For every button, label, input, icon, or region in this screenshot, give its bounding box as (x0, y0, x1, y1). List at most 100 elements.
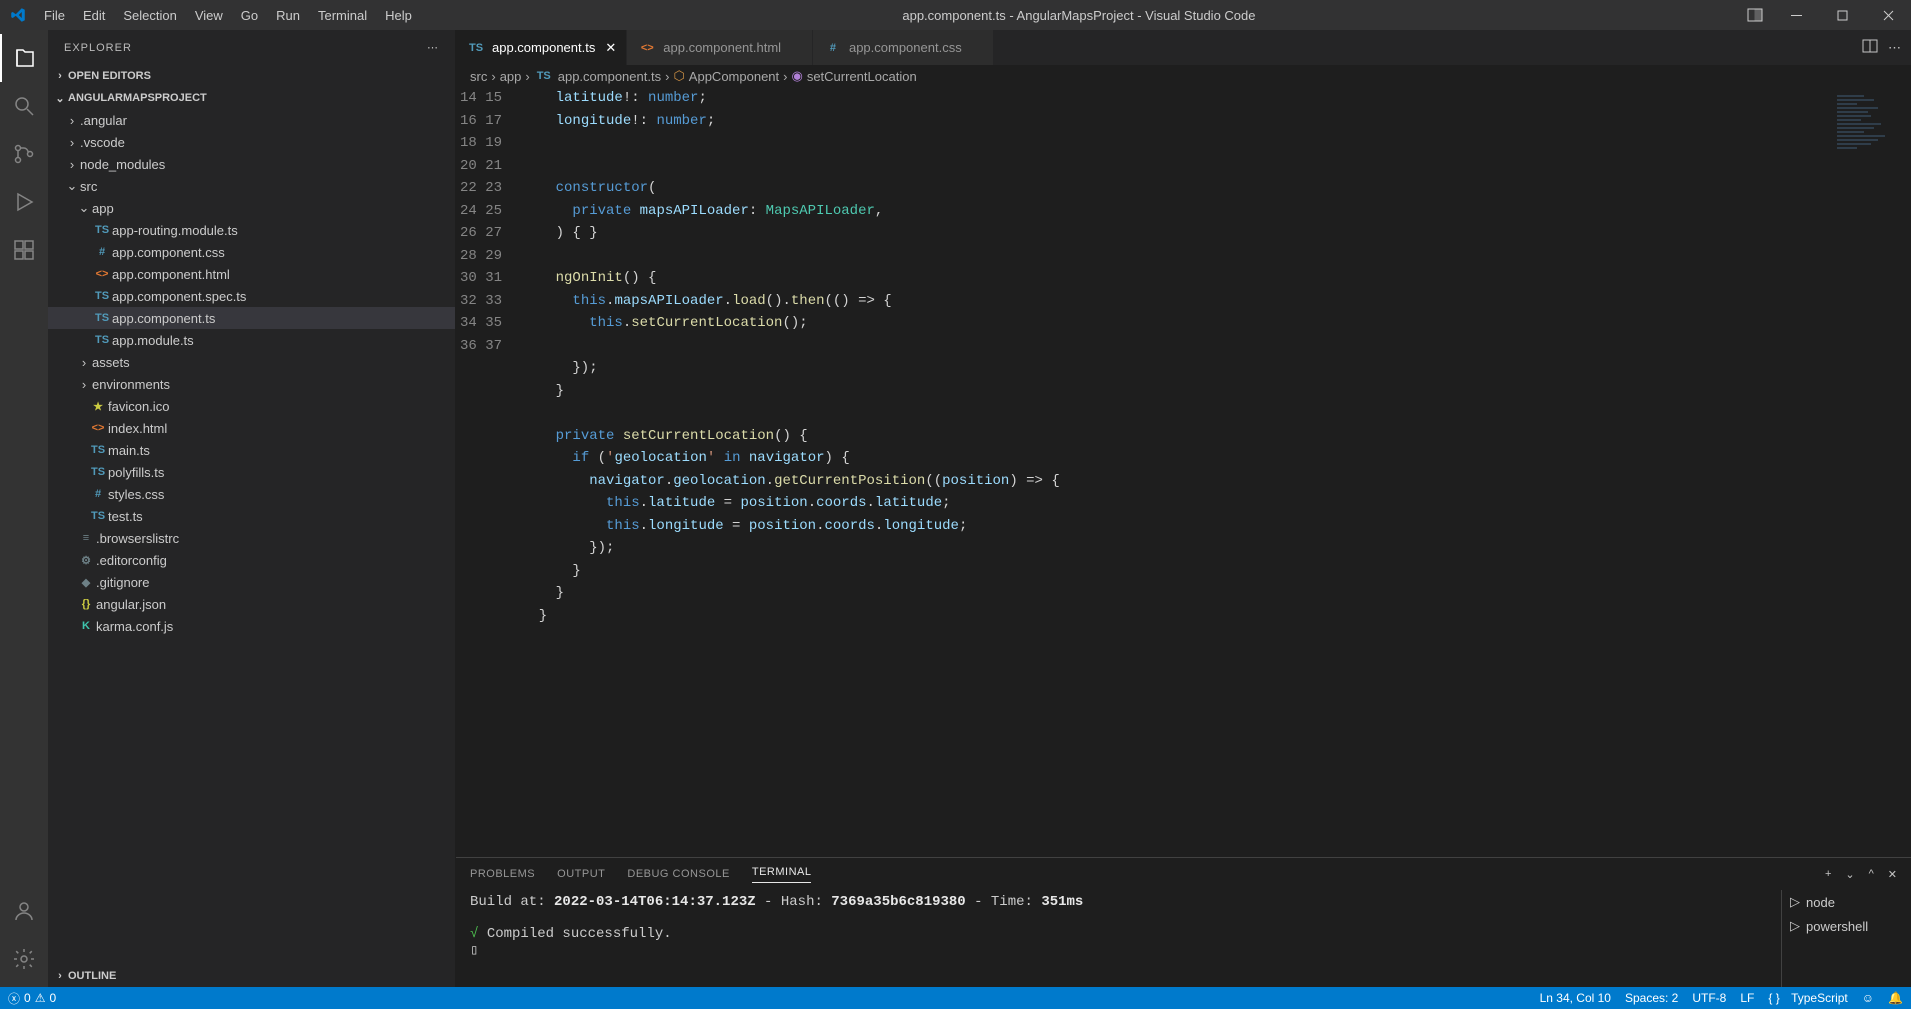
folder-src[interactable]: ⌄src (48, 175, 455, 197)
terminal-dropdown-icon[interactable]: ⌄ (1845, 868, 1854, 881)
breadcrumbs[interactable]: src› app› TS app.component.ts› ⬡ AppComp… (456, 65, 1911, 87)
file-styles[interactable]: #styles.css (48, 483, 455, 505)
html-file-icon: <> (637, 42, 657, 54)
code-editor[interactable]: 14 15 16 17 18 19 20 21 22 23 24 25 26 2… (456, 87, 1911, 857)
file-app-ts[interactable]: TSapp.component.ts (48, 307, 455, 329)
file-gitignore[interactable]: ◆.gitignore (48, 571, 455, 593)
file-favicon[interactable]: ★favicon.ico (48, 395, 455, 417)
project-section[interactable]: ⌄ ANGULARMAPSPROJECT (48, 87, 455, 109)
menu-file[interactable]: File (35, 0, 74, 30)
file-browserslist[interactable]: ≡.browserslistrc (48, 527, 455, 549)
menu-terminal[interactable]: Terminal (309, 0, 376, 30)
file-editorconfig[interactable]: ⚙.editorconfig (48, 549, 455, 571)
terminal-icon: ▷ (1790, 918, 1800, 934)
code-content[interactable]: latitude!: number; longitude!: number; c… (522, 87, 1911, 857)
status-language[interactable]: { } TypeScript (1768, 991, 1847, 1005)
folder-assets[interactable]: ›assets (48, 351, 455, 373)
file-angular-json[interactable]: {}angular.json (48, 593, 455, 615)
file-app-spec[interactable]: TSapp.component.spec.ts (48, 285, 455, 307)
title-bar: File Edit Selection View Go Run Terminal… (0, 0, 1911, 30)
status-spaces[interactable]: Spaces: 2 (1625, 991, 1678, 1005)
panel-tab-problems[interactable]: PROBLEMS (470, 868, 535, 880)
panel-tab-debug[interactable]: DEBUG CONSOLE (627, 868, 729, 880)
bottom-panel: PROBLEMS OUTPUT DEBUG CONSOLE TERMINAL +… (456, 857, 1911, 987)
terminal-node[interactable]: ▷node (1782, 890, 1911, 914)
close-button[interactable] (1865, 0, 1911, 30)
file-app-css[interactable]: #app.component.css (48, 241, 455, 263)
run-debug-icon[interactable] (0, 178, 48, 226)
folder-environments[interactable]: ›environments (48, 373, 455, 395)
folder-angular[interactable]: ›.angular (48, 109, 455, 131)
terminal-output[interactable]: Build at: 2022-03-14T06:14:37.123Z - Has… (456, 890, 1781, 987)
maximize-button[interactable] (1819, 0, 1865, 30)
panel-tab-terminal[interactable]: TERMINAL (752, 866, 812, 883)
vscode-logo-icon (0, 6, 35, 24)
close-tab-icon[interactable]: ✕ (605, 40, 616, 56)
tab-app-component-ts[interactable]: TS app.component.ts ✕ (456, 30, 627, 65)
breadcrumb-item[interactable]: src (470, 69, 487, 84)
more-actions-icon[interactable]: ⋯ (1888, 40, 1901, 56)
menu-view[interactable]: View (186, 0, 232, 30)
chevron-right-icon: › (52, 970, 68, 982)
menu-selection[interactable]: Selection (114, 0, 185, 30)
breadcrumb-item[interactable]: app (500, 69, 522, 84)
folder-vscode[interactable]: ›.vscode (48, 131, 455, 153)
error-icon: ⓧ (8, 990, 20, 1007)
extensions-icon[interactable] (0, 226, 48, 274)
layout-button[interactable] (1737, 0, 1773, 30)
status-notifications-icon[interactable]: 🔔 (1888, 991, 1903, 1005)
file-index[interactable]: <>index.html (48, 417, 455, 439)
minimize-button[interactable] (1773, 0, 1819, 30)
menu-go[interactable]: Go (232, 0, 267, 30)
file-tree: ›.angular ›.vscode ›node_modules ⌄src ⌄a… (48, 109, 455, 965)
explorer-icon[interactable] (0, 34, 48, 82)
breadcrumb-item[interactable]: AppComponent (689, 69, 779, 84)
breadcrumb-item[interactable]: setCurrentLocation (807, 69, 917, 84)
tab-app-component-css[interactable]: # app.component.css ✕ (813, 30, 994, 65)
new-terminal-icon[interactable]: + (1825, 868, 1831, 881)
status-line-col[interactable]: Ln 34, Col 10 (1540, 991, 1611, 1005)
source-control-icon[interactable] (0, 130, 48, 178)
search-icon[interactable] (0, 82, 48, 130)
folder-node-modules[interactable]: ›node_modules (48, 153, 455, 175)
status-bar: ⓧ0 ⚠0 Ln 34, Col 10 Spaces: 2 UTF-8 LF {… (0, 987, 1911, 1009)
outline-section[interactable]: › OUTLINE (48, 965, 455, 987)
sidebar-more-icon[interactable]: ⋯ (427, 41, 439, 54)
menu-bar: File Edit Selection View Go Run Terminal… (35, 0, 421, 30)
file-app-routing[interactable]: TSapp-routing.module.ts (48, 219, 455, 241)
split-editor-icon[interactable] (1862, 38, 1878, 57)
menu-run[interactable]: Run (267, 0, 309, 30)
method-icon: ◉ (791, 68, 802, 84)
file-test[interactable]: TStest.ts (48, 505, 455, 527)
tab-label: app.component.html (663, 40, 781, 55)
account-icon[interactable] (0, 887, 48, 935)
breadcrumb-item[interactable]: app.component.ts (558, 69, 661, 84)
status-eol[interactable]: LF (1740, 991, 1754, 1005)
status-feedback-icon[interactable]: ☺ (1862, 991, 1874, 1005)
tab-label: app.component.ts (492, 40, 595, 55)
terminal-powershell[interactable]: ▷powershell (1782, 914, 1911, 938)
file-main[interactable]: TSmain.ts (48, 439, 455, 461)
panel-tab-output[interactable]: OUTPUT (557, 868, 605, 880)
maximize-panel-icon[interactable]: ^ (1869, 868, 1874, 881)
file-polyfills[interactable]: TSpolyfills.ts (48, 461, 455, 483)
open-editors-section[interactable]: › OPEN EDITORS (48, 65, 455, 87)
ts-file-icon: TS (466, 42, 486, 54)
file-karma[interactable]: Kkarma.conf.js (48, 615, 455, 637)
menu-edit[interactable]: Edit (74, 0, 114, 30)
tab-app-component-html[interactable]: <> app.component.html ✕ (627, 30, 813, 65)
status-errors[interactable]: ⓧ0 ⚠0 (8, 990, 56, 1007)
file-app-html[interactable]: <>app.component.html (48, 263, 455, 285)
editor-tabs: TS app.component.ts ✕ <> app.component.h… (456, 30, 1911, 65)
minimap[interactable] (1831, 87, 1911, 857)
chevron-down-icon: ⌄ (52, 92, 68, 105)
close-panel-icon[interactable]: ✕ (1888, 868, 1897, 881)
folder-app[interactable]: ⌄app (48, 197, 455, 219)
editor-area: TS app.component.ts ✕ <> app.component.h… (456, 30, 1911, 987)
outline-label: OUTLINE (68, 970, 116, 982)
status-encoding[interactable]: UTF-8 (1692, 991, 1726, 1005)
warning-icon: ⚠ (35, 991, 46, 1005)
file-app-module[interactable]: TSapp.module.ts (48, 329, 455, 351)
settings-gear-icon[interactable] (0, 935, 48, 983)
menu-help[interactable]: Help (376, 0, 421, 30)
